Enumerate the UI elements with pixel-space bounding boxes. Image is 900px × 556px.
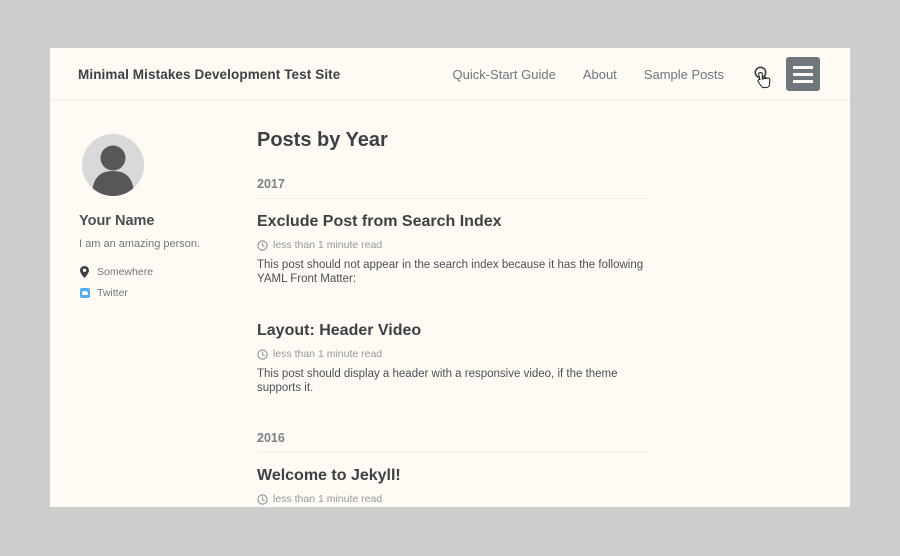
- year-section-2016: 2016 Welcome to Jekyll! less than 1 minu…: [257, 431, 647, 507]
- location-pin-icon: [79, 266, 90, 278]
- archive-main: Posts by Year 2017 Exclude Post from Sea…: [257, 101, 647, 507]
- site-page: Minimal Mistakes Development Test Site Q…: [50, 48, 850, 507]
- author-twitter-link[interactable]: Twitter: [79, 287, 237, 299]
- author-location-label: Somewhere: [97, 266, 153, 278]
- nav-item-about[interactable]: About: [583, 67, 617, 82]
- author-location-link[interactable]: Somewhere: [79, 266, 237, 278]
- search-button[interactable]: [753, 65, 771, 83]
- site-title[interactable]: Minimal Mistakes Development Test Site: [78, 67, 340, 82]
- read-time: less than 1 minute read: [273, 493, 382, 505]
- twitter-icon: [79, 288, 90, 298]
- page-title: Posts by Year: [257, 129, 647, 152]
- year-heading: 2017: [257, 177, 647, 199]
- year-section-2017: 2017 Exclude Post from Search Index less…: [257, 177, 647, 395]
- author-name: Your Name: [79, 213, 237, 229]
- read-time: less than 1 minute read: [273, 348, 382, 360]
- avatar: [82, 134, 144, 196]
- author-bio: I am an amazing person.: [79, 238, 237, 250]
- masthead: Minimal Mistakes Development Test Site Q…: [50, 48, 850, 101]
- hamburger-icon: [793, 66, 813, 69]
- post-meta: less than 1 minute read: [257, 493, 647, 505]
- clock-icon: [257, 240, 268, 251]
- post-excerpt: This post should display a header with a…: [257, 367, 647, 395]
- post-entry: Exclude Post from Search Index less than…: [257, 213, 647, 286]
- post-meta: less than 1 minute read: [257, 239, 647, 251]
- post-entry: Layout: Header Video less than 1 minute …: [257, 322, 647, 395]
- author-twitter-label: Twitter: [97, 287, 128, 299]
- post-title-link[interactable]: Layout: Header Video: [257, 322, 647, 340]
- year-heading: 2016: [257, 431, 647, 453]
- post-meta: less than 1 minute read: [257, 348, 647, 360]
- post-excerpt: This post should not appear in the searc…: [257, 258, 647, 286]
- post-title-link[interactable]: Exclude Post from Search Index: [257, 213, 647, 231]
- clock-icon: [257, 494, 268, 505]
- clock-icon: [257, 349, 268, 360]
- nav-item-quick-start-guide[interactable]: Quick-Start Guide: [452, 67, 555, 82]
- masthead-nav: Quick-Start Guide About Sample Posts: [425, 57, 820, 91]
- hamburger-menu-button[interactable]: [786, 57, 820, 91]
- nav-item-sample-posts[interactable]: Sample Posts: [644, 67, 724, 82]
- post-entry: Welcome to Jekyll! less than 1 minute re…: [257, 467, 647, 507]
- author-sidebar: Your Name I am an amazing person. Somewh…: [50, 101, 257, 507]
- post-title-link[interactable]: Welcome to Jekyll!: [257, 467, 647, 485]
- read-time: less than 1 minute read: [273, 239, 382, 251]
- search-icon: [753, 65, 771, 83]
